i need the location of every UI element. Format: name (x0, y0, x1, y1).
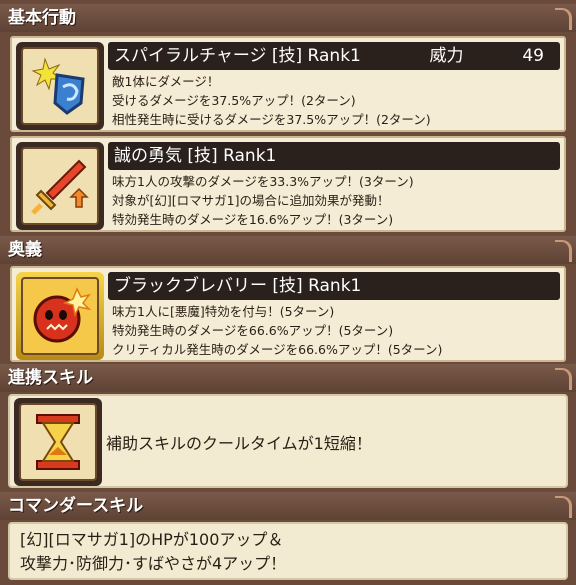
skill-title-bar: スパイラルチャージ [技] Rank1 威力 49 (108, 42, 560, 70)
spiral-shield-icon (21, 47, 99, 125)
skill-card-makoto-no-yuuki[interactable]: 誠の勇気 [技] Rank1 味方1人の攻撃のダメージを33.3%アップ！(3タ… (10, 136, 566, 232)
commander-text: [幻][ロマサガ1]のHPが100アップ＆ 攻撃力･防御力･すばやさが4アップ！ (20, 528, 286, 576)
desc-line: 対象が[幻][ロマサガ1]の場合に追加効果が発動！ (112, 193, 390, 208)
desc-line: 敵1体にダメージ！ (112, 74, 220, 89)
hourglass-icon (19, 403, 97, 481)
skill-icon-frame (16, 272, 104, 360)
section-header-basic: 基本行動 (0, 4, 576, 32)
section-header-renkei: 連携スキル (0, 364, 576, 392)
skill-title: スパイラルチャージ [技] Rank1 (114, 46, 361, 66)
skill-description: 敵1体にダメージ！ 受けるダメージを37.5%アップ！(2ターン) 相性発生時に… (112, 72, 431, 129)
skill-icon-frame (16, 42, 104, 130)
commander-line: [幻][ロマサガ1]のHPが100アップ＆ (20, 530, 284, 549)
skill-title-bar: ブラックブレバリー [技] Rank1 (108, 272, 560, 300)
desc-line: クリティカル発生時のダメージを66.6%アップ！(5ターン) (112, 342, 443, 357)
desc-line: 味方1人に[悪魔]特効を付与！(5ターン) (112, 304, 335, 319)
renkei-icon-frame (14, 398, 102, 486)
sword-up-icon (21, 147, 99, 225)
section-header-commander: コマンダースキル (0, 492, 576, 520)
section-title-commander: コマンダースキル (8, 496, 144, 516)
skill-icon-frame (16, 142, 104, 230)
desc-line: 相性発生時に受けるダメージを37.5%アップ！(2ターン) (112, 112, 431, 127)
section-title-ougi: 奥義 (8, 240, 42, 260)
power-label: 威力 (429, 46, 464, 66)
desc-line: 味方1人の攻撃のダメージを33.3%アップ！(3ターン) (112, 174, 414, 189)
desc-line: 受けるダメージを37.5%アップ！(2ターン) (112, 93, 356, 108)
demon-mask-icon (21, 277, 99, 355)
skill-power: 威力 49 (430, 42, 544, 70)
desc-line: 特効発生時のダメージを16.6%アップ！(3ターン) (112, 212, 394, 227)
section-title-basic: 基本行動 (8, 8, 76, 28)
skill-description: 味方1人の攻撃のダメージを33.3%アップ！(3ターン) 対象が[幻][ロマサガ… (112, 172, 414, 229)
skill-description: 味方1人に[悪魔]特効を付与！(5ターン) 特効発生時のダメージを66.6%アッ… (112, 302, 442, 359)
section-title-renkei: 連携スキル (8, 368, 93, 388)
skill-title: 誠の勇気 [技] Rank1 (114, 146, 277, 166)
commander-line: 攻撃力･防御力･すばやさが4アップ！ (20, 554, 287, 573)
skill-title-bar: 誠の勇気 [技] Rank1 (108, 142, 560, 170)
renkei-text: 補助スキルのクールタイムが1短縮！ (106, 434, 372, 453)
power-value: 49 (522, 46, 544, 66)
section-header-ougi: 奥義 (0, 236, 576, 264)
commander-panel: [幻][ロマサガ1]のHPが100アップ＆ 攻撃力･防御力･すばやさが4アップ！ (8, 522, 568, 580)
skill-card-spiral-charge[interactable]: スパイラルチャージ [技] Rank1 威力 49 敵1体にダメージ！ 受けるダ… (10, 36, 566, 132)
renkei-panel: 補助スキルのクールタイムが1短縮！ (8, 394, 568, 488)
desc-line: 特効発生時のダメージを66.6%アップ！(5ターン) (112, 323, 394, 338)
skill-title: ブラックブレバリー [技] Rank1 (114, 276, 362, 296)
skill-card-black-bravery[interactable]: ブラックブレバリー [技] Rank1 味方1人に[悪魔]特効を付与！(5ターン… (10, 266, 566, 362)
